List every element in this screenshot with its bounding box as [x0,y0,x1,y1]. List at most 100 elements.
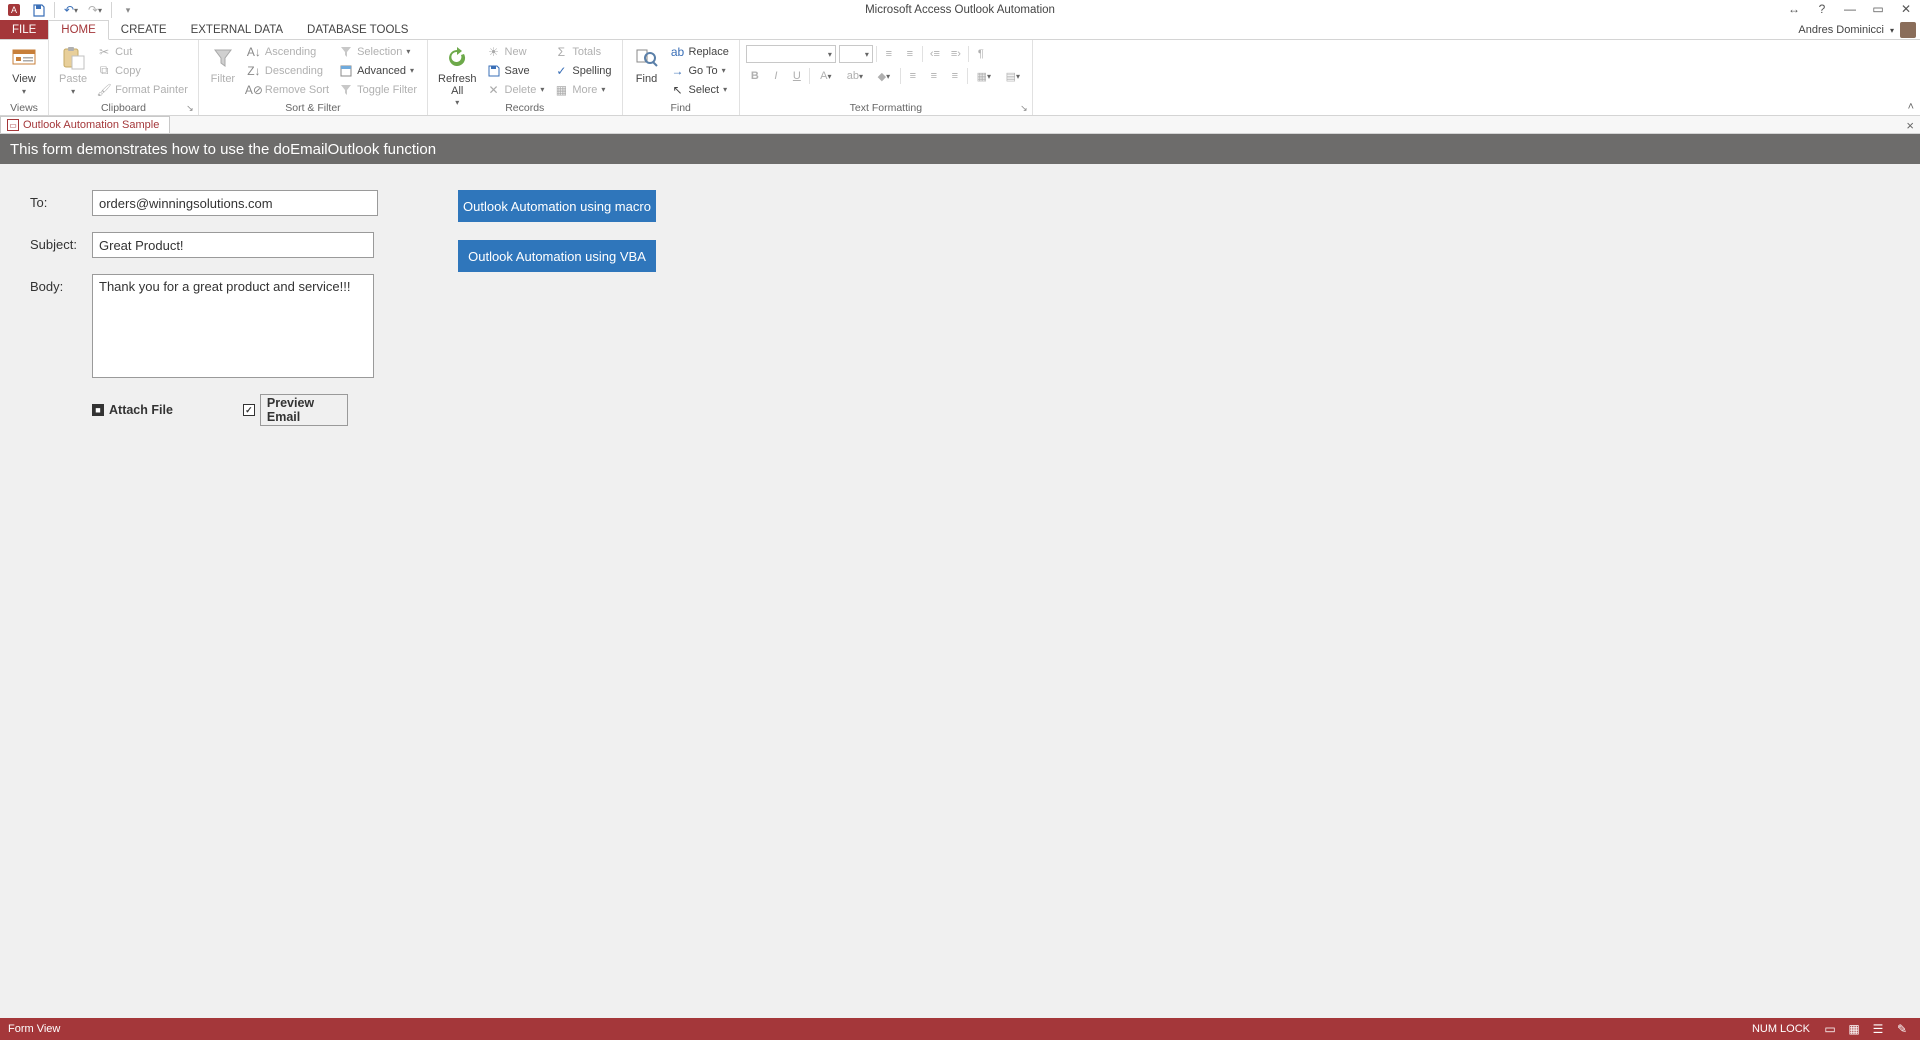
indent-increase-icon[interactable]: ≡› [947,45,965,63]
cut-button[interactable]: ✂Cut [93,42,192,61]
toggle-filter-icon [339,83,353,97]
totals-button[interactable]: ΣTotals [550,42,615,61]
sort-desc-icon: Z↓ [247,64,261,78]
redo-icon[interactable]: ↷▾ [85,1,105,19]
new-button[interactable]: ☀ New [483,42,549,61]
remove-sort-label: Remove Sort [265,84,329,96]
preview-email-checkbox[interactable]: ✓ Preview Email [243,394,348,426]
view-label: View [12,73,36,85]
copy-button[interactable]: ⧉Copy [93,61,192,80]
group-label-sortfilter: Sort & Filter [285,100,340,115]
fill-color-icon[interactable]: ◆▾ [871,67,897,85]
form-view-icon[interactable]: ▭ [1820,1021,1840,1037]
tab-create[interactable]: CREATE [109,20,179,39]
gridlines-icon[interactable]: ▦▾ [971,67,997,85]
font-combo[interactable]: ▾ [746,45,836,63]
format-painter-button[interactable]: 🖌Format Painter [93,80,192,99]
italic-icon[interactable]: I [767,67,785,85]
selection-icon [339,45,353,59]
find-icon [633,44,661,72]
advanced-button[interactable]: Advanced▾ [335,61,421,80]
paste-button[interactable]: Paste▾ [55,42,91,99]
qat-customize-icon[interactable]: ▾ [118,1,138,19]
tab-home[interactable]: HOME [48,20,109,40]
selection-button[interactable]: Selection▾ [335,42,421,61]
body-field[interactable] [92,274,374,378]
document-tab[interactable]: ▭ Outlook Automation Sample [0,116,170,133]
goto-button[interactable]: →Go To▾ [667,61,733,80]
tab-file[interactable]: FILE [0,20,48,39]
view-button[interactable]: View▾ [6,42,42,99]
close-document-icon[interactable]: × [1906,118,1914,133]
save-icon[interactable] [28,1,48,19]
font-size-combo[interactable]: ▾ [839,45,873,63]
text-direction-icon[interactable]: ¶ [972,45,990,63]
underline-icon[interactable]: U [788,67,806,85]
remove-sort-button[interactable]: A⊘Remove Sort [243,80,333,99]
attach-file-checkbox[interactable]: ■ Attach File [92,403,173,417]
document-tab-label: Outlook Automation Sample [23,119,159,131]
restore-icon[interactable]: ▭ [1866,0,1890,18]
more-button[interactable]: ▦More▾ [550,80,615,99]
ribbon-display-icon[interactable]: ↔ [1782,0,1806,18]
align-center-icon[interactable]: ≡ [925,67,943,85]
tab-external-data[interactable]: EXTERNAL DATA [179,20,295,39]
save-record-button[interactable]: Save [483,61,549,80]
replace-button[interactable]: abReplace [667,42,733,61]
spelling-label: Spelling [572,65,611,77]
new-icon: ☀ [487,45,501,59]
textfmt-launcher-icon[interactable]: ↘ [1018,102,1030,114]
highlight-icon[interactable]: ab▾ [842,67,868,85]
toggle-filter-button[interactable]: Toggle Filter [335,80,421,99]
indent-decrease-icon[interactable]: ‹≡ [926,45,944,63]
select-button[interactable]: ↖Select▾ [667,80,733,99]
align-left-icon[interactable]: ≡ [904,67,922,85]
access-app-icon[interactable]: A [4,1,24,19]
design-view-icon[interactable]: ✎ [1892,1021,1912,1037]
minimize-icon[interactable]: — [1838,0,1862,18]
quick-access-toolbar: A ↶▾ ↷▾ ▾ [0,1,142,19]
numbering-icon[interactable]: ≡ [901,45,919,63]
refresh-all-button[interactable]: Refresh All▾ [434,42,481,109]
goto-icon: → [671,64,685,78]
clipboard-launcher-icon[interactable]: ↘ [184,102,196,114]
delete-button[interactable]: ✕Delete▾ [483,80,549,99]
layout-view-icon[interactable]: ☰ [1868,1021,1888,1037]
group-label-records: Records [505,100,544,115]
outlook-vba-button[interactable]: Outlook Automation using VBA [458,240,656,272]
help-icon[interactable]: ? [1810,0,1834,18]
collapse-ribbon-icon[interactable]: ˄ [1908,101,1914,113]
font-color-icon[interactable]: A▾ [813,67,839,85]
asc-label: Ascending [265,46,316,58]
ribbon-group-sortfilter: Filter A↓Ascending Z↓Descending A⊘Remove… [199,40,428,115]
find-button[interactable]: Find [629,42,665,87]
save-label: Save [505,65,530,77]
to-field[interactable] [92,190,378,216]
ribbon-group-clipboard: Paste▾ ✂Cut ⧉Copy 🖌Format Painter Clipbo… [49,40,199,115]
tab-database-tools[interactable]: DATABASE TOOLS [295,20,420,39]
align-right-icon[interactable]: ≡ [946,67,964,85]
undo-icon[interactable]: ↶▾ [61,1,81,19]
bullets-icon[interactable]: ≡ [880,45,898,63]
spelling-icon: ✓ [554,64,568,78]
new-label: New [505,46,527,58]
status-bar: Form View NUM LOCK ▭ ▦ ☰ ✎ [0,1018,1920,1040]
user-dropdown-icon[interactable]: ▾ [1890,26,1894,35]
close-icon[interactable]: ✕ [1894,0,1918,18]
filter-button[interactable]: Filter [205,42,241,87]
outlook-macro-button[interactable]: Outlook Automation using macro [458,190,656,222]
totals-icon: Σ [554,45,568,59]
ascending-button[interactable]: A↓Ascending [243,42,333,61]
descending-button[interactable]: Z↓Descending [243,61,333,80]
subject-field[interactable] [92,232,374,258]
spelling-button[interactable]: ✓ Spelling [550,61,615,80]
document-tab-row: ▭ Outlook Automation Sample × [0,116,1920,134]
user-name[interactable]: Andres Dominicci [1798,24,1884,36]
alt-row-color-icon[interactable]: ▤▾ [1000,67,1026,85]
bold-icon[interactable]: B [746,67,764,85]
ribbon-tab-row: FILE HOME CREATE EXTERNAL DATA DATABASE … [0,20,1920,40]
avatar[interactable] [1900,22,1916,38]
body-label: Body: [30,274,92,294]
group-label-textfmt: Text Formatting [850,100,922,115]
datasheet-view-icon[interactable]: ▦ [1844,1021,1864,1037]
